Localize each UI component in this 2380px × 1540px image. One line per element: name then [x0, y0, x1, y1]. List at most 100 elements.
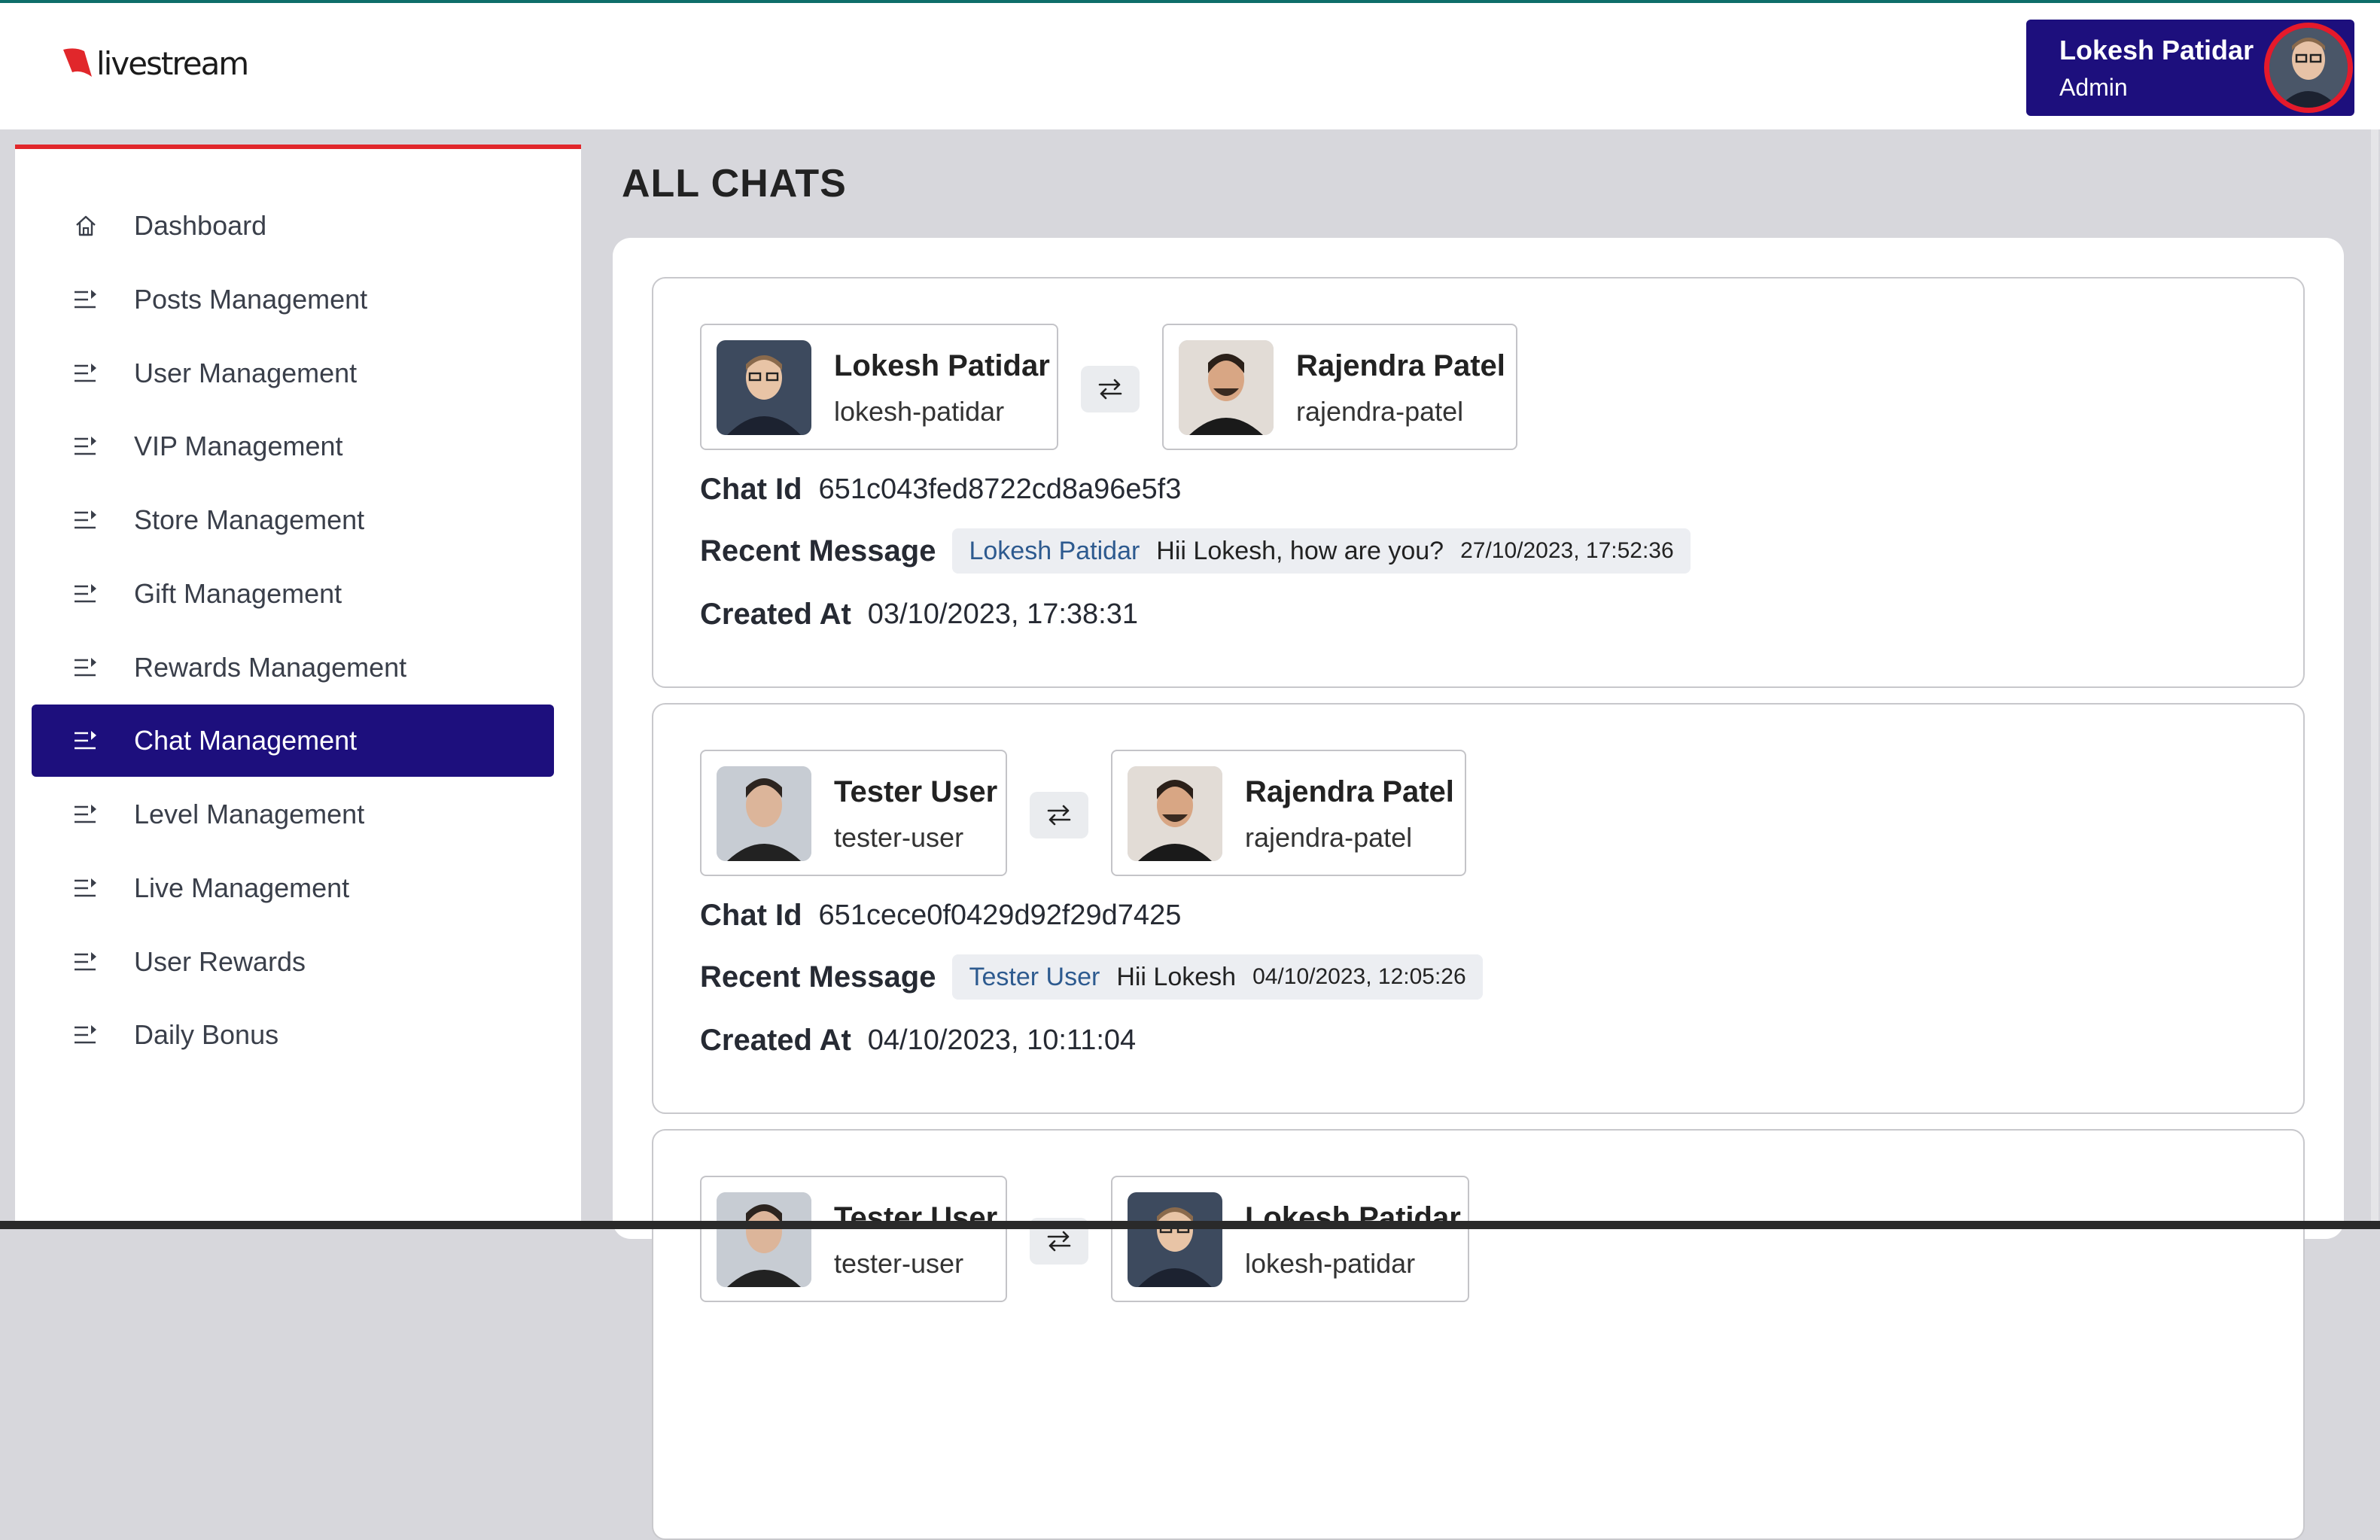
list-arrow-icon — [71, 799, 101, 829]
sidebar-item-user-rewards[interactable]: User Rewards — [32, 926, 554, 998]
list-arrow-icon — [71, 726, 101, 756]
profile-avatar[interactable] — [2264, 23, 2353, 113]
list-arrow-icon — [71, 431, 101, 461]
user-handle: rajendra-patel — [1296, 396, 1464, 427]
user-avatar — [717, 1192, 811, 1287]
sidebar-item-label: Dashboard — [134, 210, 267, 241]
sidebar-item-label: Posts Management — [134, 284, 368, 315]
swap-arrows-icon — [1081, 366, 1140, 412]
sidebar-item-label: User Management — [134, 358, 358, 388]
sidebar-item-vip-management[interactable]: VIP Management — [32, 410, 554, 482]
chat-user-b[interactable]: Rajendra Patel rajendra-patel — [1162, 324, 1517, 450]
recent-message-text: Hii Lokesh — [1116, 962, 1237, 991]
sidebar-item-label: Live Management — [134, 872, 350, 903]
created-at-row: Created At 03/10/2023, 17:38:31 — [700, 598, 1138, 632]
chat-user-a[interactable]: Lokesh Patidar lokesh-patidar — [700, 324, 1058, 450]
app-header: livestream Lokesh Patidar Admin — [0, 3, 2380, 129]
sidebar-item-label: User Rewards — [134, 946, 306, 977]
chats-panel: Lokesh Patidar lokesh-patidar Rajendra P… — [613, 238, 2344, 1540]
user-name: Tester User — [834, 1201, 998, 1234]
sidebar-item-label: Level Management — [134, 799, 365, 829]
sidebar-item-label: Daily Bonus — [134, 1019, 279, 1050]
sidebar-item-label: Store Management — [134, 504, 365, 535]
logo-mark-icon — [63, 47, 92, 77]
recent-message-label: Recent Message — [700, 534, 936, 568]
sidebar-item-user-management[interactable]: User Management — [32, 337, 554, 409]
chat-card[interactable]: Lokesh Patidar lokesh-patidar Rajendra P… — [652, 277, 2305, 688]
created-at-label: Created At — [700, 598, 851, 631]
chat-id-row: Chat Id 651c043fed8722cd8a96e5f3 — [700, 473, 1181, 507]
chat-id-row: Chat Id 651cece0f0429d92f29d7425 — [700, 899, 1181, 933]
user-handle: tester-user — [834, 822, 964, 853]
list-arrow-icon — [71, 579, 101, 609]
recent-message-time: 04/10/2023, 12:05:26 — [1252, 964, 1466, 989]
user-name: Tester User — [834, 775, 998, 808]
home-icon — [71, 211, 101, 241]
recent-message-pill: Lokesh Patidar Hii Lokesh, how are you? … — [952, 528, 1691, 574]
bottom-edge-bar — [0, 1221, 2380, 1229]
list-arrow-icon — [71, 358, 101, 388]
sidebar-item-label: Chat Management — [134, 725, 358, 756]
created-at-value: 03/10/2023, 17:38:31 — [867, 598, 1138, 630]
chat-user-a[interactable]: Tester User tester-user — [700, 1176, 1007, 1302]
chat-user-b[interactable]: Lokesh Patidar lokesh-patidar — [1111, 1176, 1469, 1302]
chat-user-b[interactable]: Rajendra Patel rajendra-patel — [1111, 750, 1466, 876]
created-at-row: Created At 04/10/2023, 10:11:04 — [700, 1024, 1136, 1058]
list-arrow-icon — [71, 1020, 101, 1050]
user-avatar — [717, 340, 811, 435]
sidebar: Dashboard Posts Management User Manageme… — [15, 145, 581, 1229]
page-title: ALL CHATS — [622, 162, 847, 205]
list-arrow-icon — [71, 285, 101, 315]
recent-message-row: Recent Message Lokesh Patidar Hii Lokesh… — [700, 528, 1691, 574]
sidebar-item-dashboard[interactable]: Dashboard — [32, 190, 554, 262]
created-at-value: 04/10/2023, 10:11:04 — [867, 1024, 1137, 1056]
user-handle: tester-user — [834, 1248, 964, 1279]
recent-message-text: Hii Lokesh, how are you? — [1156, 536, 1444, 565]
sidebar-item-store-management[interactable]: Store Management — [32, 484, 554, 556]
logo-text: livestream — [96, 45, 249, 82]
user-handle: rajendra-patel — [1245, 822, 1413, 853]
sidebar-item-label: Gift Management — [134, 578, 342, 609]
profile-name: Lokesh Patidar — [2059, 35, 2254, 65]
sidebar-item-posts-management[interactable]: Posts Management — [32, 263, 554, 336]
chat-user-a[interactable]: Tester User tester-user — [700, 750, 1007, 876]
chat-id-label: Chat Id — [700, 473, 802, 506]
user-avatar — [1128, 1192, 1222, 1287]
chat-id-value: 651c043fed8722cd8a96e5f3 — [818, 473, 1182, 505]
sidebar-item-chat-management[interactable]: Chat Management — [32, 705, 554, 777]
user-name: Rajendra Patel — [1245, 775, 1454, 808]
recent-message-pill: Tester User Hii Lokesh 04/10/2023, 12:05… — [952, 954, 1483, 1000]
main-content: ALL CHATS Lokesh Patidar lokesh-patidar … — [581, 129, 2380, 1540]
recent-message-row: Recent Message Tester User Hii Lokesh 04… — [700, 954, 1483, 1000]
profile-badge[interactable]: Lokesh Patidar Admin — [2026, 20, 2354, 116]
page-scrollbar[interactable] — [2371, 129, 2378, 1221]
user-avatar — [1128, 766, 1222, 861]
user-handle: lokesh-patidar — [1245, 1248, 1416, 1279]
user-name: Lokesh Patidar — [834, 349, 1050, 382]
list-arrow-icon — [71, 873, 101, 903]
chat-card[interactable]: Tester User tester-user Lokesh Patidar l… — [652, 1129, 2305, 1540]
sidebar-item-label: Rewards Management — [134, 652, 407, 683]
chat-id-label: Chat Id — [700, 899, 802, 932]
list-arrow-icon — [71, 505, 101, 535]
app-logo[interactable]: livestream — [62, 45, 249, 82]
list-arrow-icon — [71, 947, 101, 977]
avatar-portrait-icon — [2269, 28, 2348, 108]
swap-arrows-icon — [1030, 792, 1088, 838]
user-avatar — [717, 766, 811, 861]
user-name: Lokesh Patidar — [1245, 1201, 1461, 1234]
sidebar-item-level-management[interactable]: Level Management — [32, 778, 554, 851]
sidebar-item-daily-bonus[interactable]: Daily Bonus — [32, 999, 554, 1071]
recent-message-label: Recent Message — [700, 960, 936, 994]
list-arrow-icon — [71, 653, 101, 683]
sidebar-item-rewards-management[interactable]: Rewards Management — [32, 632, 554, 704]
user-handle: lokesh-patidar — [834, 396, 1005, 427]
profile-role: Admin — [2059, 74, 2128, 101]
user-name: Rajendra Patel — [1296, 349, 1505, 382]
recent-message-sender: Tester User — [969, 962, 1100, 991]
chat-card[interactable]: Tester User tester-user Rajendra Patel r… — [652, 703, 2305, 1114]
recent-message-time: 27/10/2023, 17:52:36 — [1460, 538, 1674, 563]
recent-message-sender: Lokesh Patidar — [969, 536, 1140, 565]
sidebar-item-live-management[interactable]: Live Management — [32, 852, 554, 924]
sidebar-item-gift-management[interactable]: Gift Management — [32, 558, 554, 630]
